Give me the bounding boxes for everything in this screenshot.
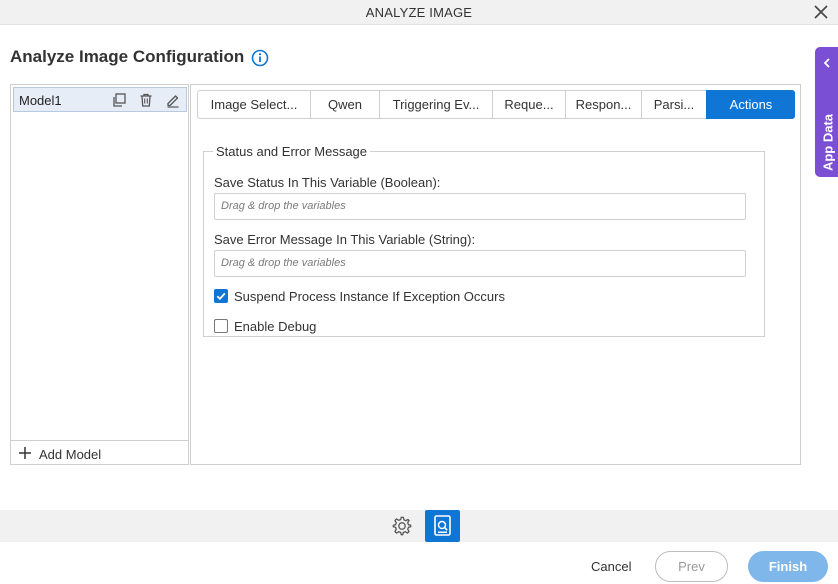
checkmark-icon — [216, 292, 226, 301]
suspend-process-row[interactable]: Suspend Process Instance If Exception Oc… — [214, 287, 505, 305]
enable-debug-checkbox[interactable] — [214, 319, 228, 333]
configuration-panel: Image Select... Qwen Triggering Ev... Re… — [190, 84, 801, 465]
app-data-label: App Data — [820, 113, 836, 172]
title-bar: ANALYZE IMAGE — [0, 0, 838, 25]
suspend-process-label: Suspend Process Instance If Exception Oc… — [234, 288, 505, 304]
tab-request[interactable]: Reque... — [492, 90, 565, 119]
tab-image-select[interactable]: Image Select... — [197, 90, 310, 119]
tab-bar: Image Select... Qwen Triggering Ev... Re… — [197, 90, 795, 119]
tab-parsing[interactable]: Parsi... — [641, 90, 706, 119]
tab-response[interactable]: Respon... — [565, 90, 641, 119]
save-error-label: Save Error Message In This Variable (Str… — [214, 232, 476, 247]
edit-icon[interactable] — [165, 92, 181, 108]
info-icon[interactable] — [251, 49, 269, 67]
save-status-drop-field[interactable]: Drag & drop the variables — [214, 193, 746, 220]
section-legend: Status and Error Message — [216, 144, 368, 159]
footer-toolbar — [0, 510, 838, 542]
tab-triggering-events[interactable]: Triggering Ev... — [379, 90, 492, 119]
window-title: ANALYZE IMAGE — [365, 5, 473, 20]
image-search-icon — [434, 515, 451, 536]
image-preview-button[interactable] — [425, 510, 460, 542]
finish-button[interactable]: Finish — [748, 551, 828, 582]
chevron-left-icon — [823, 58, 830, 68]
close-icon[interactable] — [812, 3, 830, 21]
status-error-section: Status and Error Message Save Status In … — [203, 144, 765, 337]
gear-icon[interactable] — [391, 515, 413, 537]
cancel-button[interactable]: Cancel — [591, 559, 631, 574]
prev-button[interactable]: Prev — [655, 551, 728, 582]
save-status-label: Save Status In This Variable (Boolean): — [214, 175, 441, 190]
delete-icon[interactable] — [138, 92, 154, 108]
app-data-side-tab[interactable]: App Data — [815, 47, 838, 177]
add-model-button[interactable]: Add Model — [11, 440, 188, 465]
page-title: Analyze Image Configuration — [10, 47, 245, 66]
plus-icon — [19, 447, 31, 459]
copy-icon[interactable] — [111, 92, 127, 108]
enable-debug-row[interactable]: Enable Debug — [214, 317, 316, 335]
add-model-label: Add Model — [39, 447, 102, 462]
suspend-process-checkbox[interactable] — [214, 289, 228, 303]
model-item-label: Model1 — [19, 93, 62, 108]
enable-debug-label: Enable Debug — [234, 318, 317, 334]
tab-qwen[interactable]: Qwen — [310, 90, 379, 119]
model-list-panel: Model1 Add Model — [10, 84, 189, 465]
save-error-drop-field[interactable]: Drag & drop the variables — [214, 250, 746, 277]
tab-actions[interactable]: Actions — [706, 90, 795, 119]
model-item-model1[interactable]: Model1 — [13, 87, 187, 112]
